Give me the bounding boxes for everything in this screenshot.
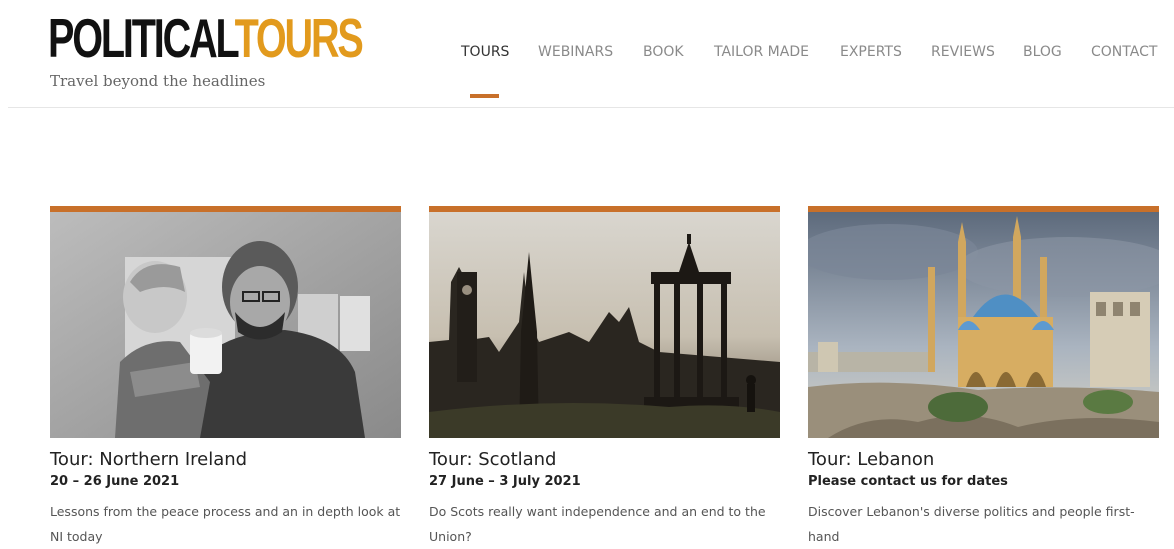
nav-item-reviews[interactable]: REVIEWS xyxy=(931,44,995,60)
nav-item-tailor-made[interactable]: TAILOR MADE xyxy=(714,44,809,60)
tour-description: Lessons from the peace process and an in… xyxy=(50,504,401,544)
site-header: POLITICALTOURS Travel beyond the headlin… xyxy=(0,0,1174,108)
tour-title[interactable]: Tour: Northern Ireland xyxy=(50,449,247,470)
main-nav: TOURS WEBINARS BOOK TAILOR MADE EXPERTS … xyxy=(0,44,1174,64)
tour-image-scotland[interactable] xyxy=(429,212,780,438)
tour-card-northern-ireland[interactable]: Tour: Northern Ireland 20 – 26 June 2021… xyxy=(50,206,401,544)
tour-image-lebanon[interactable] xyxy=(808,212,1159,438)
header-divider xyxy=(8,107,1174,108)
nav-item-experts[interactable]: EXPERTS xyxy=(840,44,902,60)
nav-item-book[interactable]: BOOK xyxy=(643,44,684,60)
tour-dates: 20 – 26 June 2021 xyxy=(50,474,180,489)
tour-dates: 27 June – 3 July 2021 xyxy=(429,474,581,489)
tour-image-northern-ireland[interactable] xyxy=(50,212,401,438)
logo-tagline: Travel beyond the headlines xyxy=(50,72,266,90)
tour-card-scotland[interactable]: Tour: Scotland 27 June – 3 July 2021 Do … xyxy=(429,206,780,544)
tour-description: Do Scots really want independence and an… xyxy=(429,504,766,544)
tour-card-lebanon[interactable]: Tour: Lebanon Please contact us for date… xyxy=(808,206,1159,544)
tour-description: Discover Lebanon's diverse politics and … xyxy=(808,504,1135,544)
tour-title[interactable]: Tour: Lebanon xyxy=(808,449,934,470)
tour-title[interactable]: Tour: Scotland xyxy=(429,449,557,470)
nav-item-webinars[interactable]: WEBINARS xyxy=(538,44,613,60)
nav-active-indicator xyxy=(470,94,499,98)
nav-item-tours[interactable]: TOURS xyxy=(461,44,509,60)
nav-item-blog[interactable]: BLOG xyxy=(1023,44,1062,60)
nav-item-contact[interactable]: CONTACT xyxy=(1091,44,1157,60)
tour-dates: Please contact us for dates xyxy=(808,474,1008,489)
